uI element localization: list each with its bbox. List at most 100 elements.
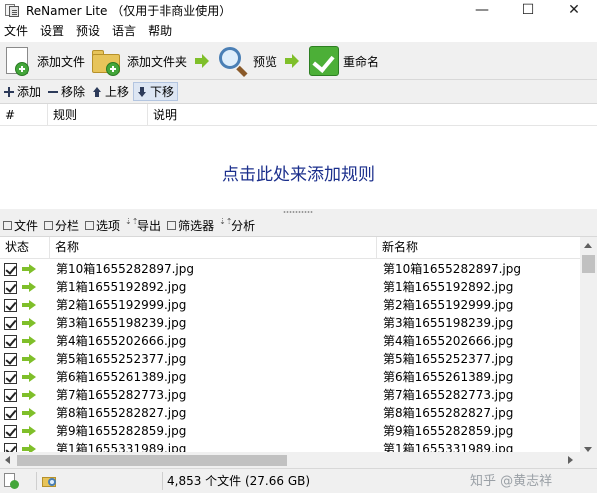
add-files-button[interactable]: 添加文件: [3, 42, 85, 80]
status-arrow-icon: [22, 264, 36, 274]
scroll-right-icon[interactable]: [568, 456, 573, 464]
file-name: 第7箱1655282773.jpg: [56, 388, 187, 402]
vertical-scrollbar[interactable]: [580, 237, 597, 468]
add-folder-icon: [91, 46, 123, 76]
row-checkbox[interactable]: [4, 425, 17, 438]
minus-icon: [48, 87, 59, 97]
options-menu-button[interactable]: 选项: [82, 217, 123, 234]
file-list[interactable]: 状态 名称 新名称 第10箱1655282897.jpg 第10箱16552828…: [0, 236, 597, 468]
rules-col-index[interactable]: #: [0, 104, 48, 126]
scroll-left-icon[interactable]: [5, 456, 10, 464]
row-checkbox[interactable]: [4, 335, 17, 348]
col-status[interactable]: 状态: [0, 237, 50, 259]
row-checkbox[interactable]: [4, 389, 17, 402]
status-arrow-icon: [22, 426, 36, 436]
add-rule-hint[interactable]: 点击此处来添加规则: [0, 160, 597, 185]
options-menu-label: 选项: [96, 218, 121, 233]
scroll-up-icon[interactable]: [584, 243, 592, 248]
row-checkbox[interactable]: [4, 317, 17, 330]
files-toolbar: 文件 分栏 选项 导出 筛选器 分析: [0, 215, 597, 235]
rules-toolbar: 添加 移除 上移 下移: [0, 81, 597, 102]
rules-col-description[interactable]: 说明: [148, 104, 597, 126]
row-checkbox[interactable]: [4, 263, 17, 276]
new-file-name: 第6箱1655261389.jpg: [383, 370, 514, 384]
plus-icon: [4, 86, 14, 97]
checkmark-icon: [309, 46, 339, 76]
folder-search-icon[interactable]: [42, 473, 58, 489]
file-name: 第10箱1655282897.jpg: [56, 262, 195, 276]
add-file-icon[interactable]: [3, 473, 19, 489]
minimize-button[interactable]: —: [459, 0, 505, 20]
status-arrow-icon: [22, 408, 36, 418]
file-list-header: 状态 名称 新名称: [0, 237, 580, 259]
new-file-name: 第1箱1655192892.jpg: [383, 280, 514, 294]
status-arrow-icon: [22, 390, 36, 400]
file-name: 第4箱1655202666.jpg: [56, 334, 187, 348]
table-row[interactable]: 第3箱1655198239.jpg 第3箱1655198239.jpg: [0, 314, 580, 332]
col-name[interactable]: 名称: [50, 237, 377, 259]
menu-language[interactable]: 语言: [106, 20, 142, 42]
row-checkbox[interactable]: [4, 281, 17, 294]
menu-help[interactable]: 帮助: [142, 20, 178, 42]
table-row[interactable]: 第6箱1655261389.jpg 第6箱1655261389.jpg: [0, 368, 580, 386]
remove-rule-button[interactable]: 移除: [45, 82, 88, 101]
status-arrow-icon: [22, 372, 36, 382]
row-checkbox[interactable]: [4, 371, 17, 384]
scroll-thumb-horizontal[interactable]: [17, 455, 287, 466]
rename-button[interactable]: 重命名: [309, 42, 379, 80]
analyze-menu-button[interactable]: 分析: [217, 217, 258, 234]
status-arrow-icon: [22, 336, 36, 346]
preview-button[interactable]: 预览: [217, 42, 277, 80]
table-row[interactable]: 第8箱1655282827.jpg 第8箱1655282827.jpg: [0, 404, 580, 422]
new-file-name: 第3箱1655198239.jpg: [383, 316, 514, 330]
columns-menu-label: 分栏: [55, 218, 80, 233]
export-menu-button[interactable]: 导出: [123, 217, 164, 234]
analyze-icon: [219, 217, 232, 230]
table-row[interactable]: 第9箱1655282859.jpg 第9箱1655282859.jpg: [0, 422, 580, 440]
scroll-thumb[interactable]: [582, 255, 595, 273]
table-row[interactable]: 第2箱1655192999.jpg 第2箱1655192999.jpg: [0, 296, 580, 314]
add-file-icon: [3, 46, 33, 76]
horizontal-scrollbar[interactable]: [0, 452, 580, 468]
move-up-label: 上移: [105, 85, 130, 99]
main-toolbar: 添加文件 添加文件夹 预览 重命名: [0, 42, 597, 80]
rules-col-rule[interactable]: 规则: [48, 104, 148, 126]
options-icon: [85, 220, 95, 230]
table-row[interactable]: 第10箱1655282897.jpg 第10箱1655282897.jpg: [0, 260, 580, 278]
table-row[interactable]: 第4箱1655202666.jpg 第4箱1655202666.jpg: [0, 332, 580, 350]
maximize-button[interactable]: ☐: [505, 0, 551, 20]
menu-settings[interactable]: 设置: [34, 20, 70, 42]
add-folder-label: 添加文件夹: [127, 54, 188, 69]
row-checkbox[interactable]: [4, 353, 17, 366]
files-menu-button[interactable]: 文件: [0, 217, 41, 234]
menu-file[interactable]: 文件: [0, 20, 34, 42]
file-rows: 第10箱1655282897.jpg 第10箱1655282897.jpg 第1箱1…: [0, 260, 580, 458]
file-name: 第9箱1655282859.jpg: [56, 424, 187, 438]
status-arrow-icon: [22, 354, 36, 364]
rename-label: 重命名: [343, 54, 380, 69]
row-checkbox[interactable]: [4, 299, 17, 312]
row-checkbox[interactable]: [4, 407, 17, 420]
rules-pane[interactable]: # 规则 说明 点击此处来添加规则: [0, 103, 597, 209]
move-down-button[interactable]: 下移: [133, 82, 179, 101]
menu-presets[interactable]: 预设: [70, 20, 106, 42]
columns-icon: [44, 220, 54, 230]
col-new-name[interactable]: 新名称: [377, 237, 580, 259]
add-rule-button[interactable]: 添加: [1, 82, 44, 101]
table-row[interactable]: 第5箱1655252377.jpg 第5箱1655252377.jpg: [0, 350, 580, 368]
window-title: ReNamer Lite （仅用于非商业使用）: [26, 3, 232, 18]
add-folder-button[interactable]: 添加文件夹: [91, 42, 187, 80]
close-button[interactable]: ✕: [551, 0, 597, 20]
renamer-app-icon: [4, 2, 20, 18]
new-file-name: 第8箱1655282827.jpg: [383, 406, 514, 420]
filter-menu-button[interactable]: 筛选器: [164, 217, 217, 234]
export-menu-label: 导出: [137, 218, 162, 233]
status-arrow-icon: [22, 300, 36, 310]
scroll-down-icon[interactable]: [584, 447, 592, 452]
file-name: 第2箱1655192999.jpg: [56, 298, 187, 312]
columns-menu-button[interactable]: 分栏: [41, 217, 82, 234]
table-row[interactable]: 第7箱1655282773.jpg 第7箱1655282773.jpg: [0, 386, 580, 404]
move-up-button[interactable]: 上移: [89, 82, 132, 101]
table-row[interactable]: 第1箱1655192892.jpg 第1箱1655192892.jpg: [0, 278, 580, 296]
analyze-menu-label: 分析: [231, 218, 256, 233]
